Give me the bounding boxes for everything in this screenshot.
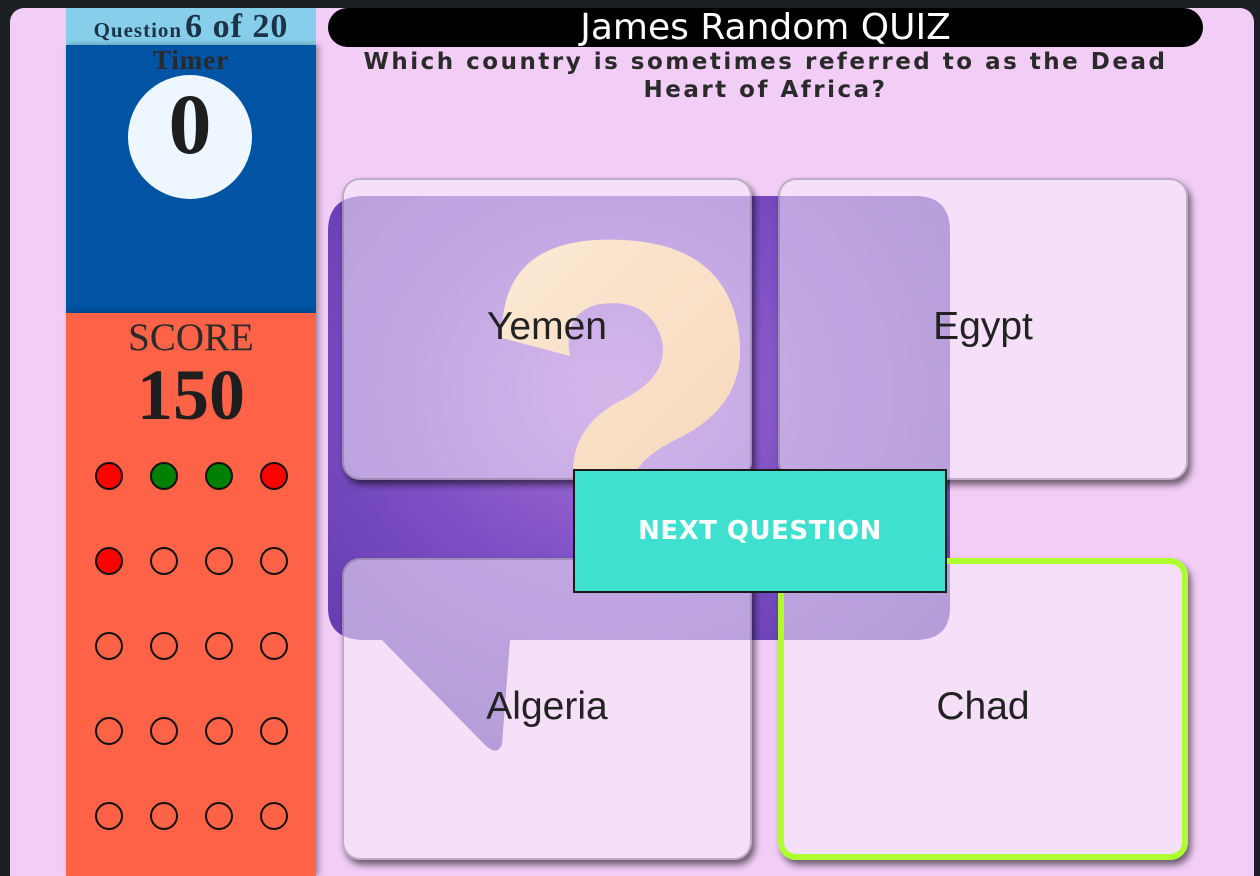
progress-dot-wrong xyxy=(95,462,123,490)
progress-dot-unanswered xyxy=(260,717,288,745)
progress-dot-unanswered xyxy=(95,802,123,830)
answer-button-egypt[interactable]: Egypt xyxy=(778,178,1188,480)
quiz-app: Question 6 of 20 Timer 0 SCORE 150 James… xyxy=(10,8,1254,876)
progress-dot-right xyxy=(205,462,233,490)
score-label: SCORE xyxy=(128,316,254,359)
progress-dot-wrong xyxy=(260,462,288,490)
answer-label: Algeria xyxy=(486,685,608,728)
timer-panel: Timer 0 xyxy=(66,45,316,313)
question-counter-label: Question xyxy=(93,18,183,42)
answer-button-algeria[interactable]: Algeria xyxy=(342,558,752,860)
next-question-button[interactable]: NEXT QUESTION xyxy=(573,469,947,593)
progress-dot-unanswered xyxy=(205,632,233,660)
score-value: 150 xyxy=(137,355,245,435)
progress-dot-unanswered xyxy=(150,547,178,575)
progress-dot-right xyxy=(150,462,178,490)
question-counter: Question 6 of 20 xyxy=(66,8,316,45)
answer-label: Yemen xyxy=(487,305,607,348)
answer-button-chad[interactable]: Chad xyxy=(778,558,1188,860)
answer-button-yemen[interactable]: Yemen xyxy=(342,178,752,480)
progress-dot-unanswered xyxy=(260,632,288,660)
progress-dot-unanswered xyxy=(205,547,233,575)
progress-dot-unanswered xyxy=(150,802,178,830)
progress-dot-unanswered xyxy=(260,547,288,575)
timer-circle: 0 xyxy=(128,75,252,199)
question-counter-value: 6 of 20 xyxy=(185,8,289,45)
timer-label: Timer xyxy=(152,45,230,75)
answer-label: Egypt xyxy=(933,305,1033,348)
progress-dot-unanswered xyxy=(205,717,233,745)
progress-dot-unanswered xyxy=(260,802,288,830)
progress-dot-unanswered xyxy=(95,632,123,660)
progress-dot-unanswered xyxy=(150,717,178,745)
score-panel: SCORE 150 xyxy=(66,313,316,876)
quiz-title: James Random QUIZ xyxy=(328,8,1203,47)
progress-dot-unanswered xyxy=(150,632,178,660)
progress-dot-wrong xyxy=(95,547,123,575)
timer-value: 0 xyxy=(168,76,212,172)
answer-label: Chad xyxy=(936,685,1030,728)
progress-dot-unanswered xyxy=(95,717,123,745)
question-text: Which country is sometimes referred to a… xyxy=(363,49,1168,103)
progress-dot-unanswered xyxy=(205,802,233,830)
